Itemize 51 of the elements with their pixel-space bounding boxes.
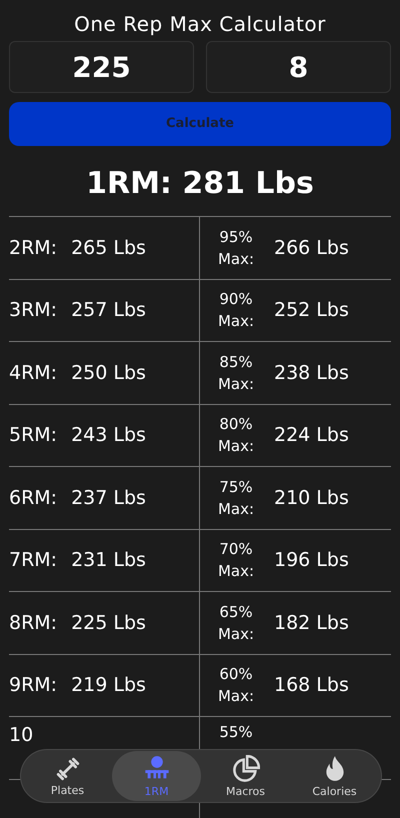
rep-max-value: 231 Lbs [71,548,146,573]
max-label: Max: [218,311,254,332]
rep-max-label: 4RM: [9,360,58,386]
percent-max-value: 210 Lbs [274,486,349,510]
rep-max-value: 257 Lbs [71,298,146,323]
percent-label: 55% [219,722,253,743]
tab-bar-item[interactable]: Calories [290,751,379,801]
rep-max-value: 243 Lbs [71,423,146,448]
percent-label: 80% [219,414,253,436]
max-label: Max: [218,561,254,582]
one-rep-max-result: 1RM: 281 Lbs [86,165,314,203]
percent-max-value: 224 Lbs [274,423,349,448]
percent-label: 65% [219,602,253,623]
percent-label: 70% [219,539,253,560]
percent-label: 95% [219,226,253,248]
input-field[interactable]: 225 [9,41,194,93]
percent-label: 85% [219,352,253,373]
rep-max-label: 6RM: [9,486,58,510]
pie-chart-icon [232,754,260,782]
max-label: Max: [218,374,254,395]
percent-label: 90% [219,289,253,310]
rep-max-value: 225 Lbs [71,610,146,636]
rep-max-value: 219 Lbs [71,673,146,698]
percent-max-value: 266 Lbs [274,236,349,260]
percent-max-value: 182 Lbs [274,610,349,636]
rep-max-label: 2RM: [9,236,58,260]
percent-max-value: 238 Lbs [274,360,349,386]
rep-max-value: 265 Lbs [71,236,146,260]
rep-max-value: 250 Lbs [71,360,146,386]
max-label: Max: [218,436,254,458]
rep-max-value: 237 Lbs [71,486,146,510]
dumbbell-icon [54,756,80,782]
percent-max-value: 252 Lbs [274,298,349,323]
input-field[interactable]: 8 [206,41,391,93]
page-title: One Rep Max Calculator [74,11,326,37]
percent-label: 75% [219,476,253,498]
max-label: Max: [218,248,254,270]
tab-bar-item[interactable]: Macros [201,751,290,801]
rep-max-label: 10 [9,723,34,748]
percent-max-value: 168 Lbs [274,673,349,698]
rep-max-label: 5RM: [9,423,58,448]
percent-max-value: 196 Lbs [274,548,349,573]
tab-bar-item[interactable]: Plates [23,751,112,801]
rep-max-label: 8RM: [9,610,58,636]
max-label: Max: [218,686,254,708]
percent-label: 60% [219,664,253,686]
max-label: Max: [218,624,254,645]
rep-max-label: 7RM: [9,548,58,573]
rep-max-label: 3RM: [9,298,58,323]
max-label: Max: [218,498,254,520]
rep-max-label: 9RM: [9,673,58,698]
